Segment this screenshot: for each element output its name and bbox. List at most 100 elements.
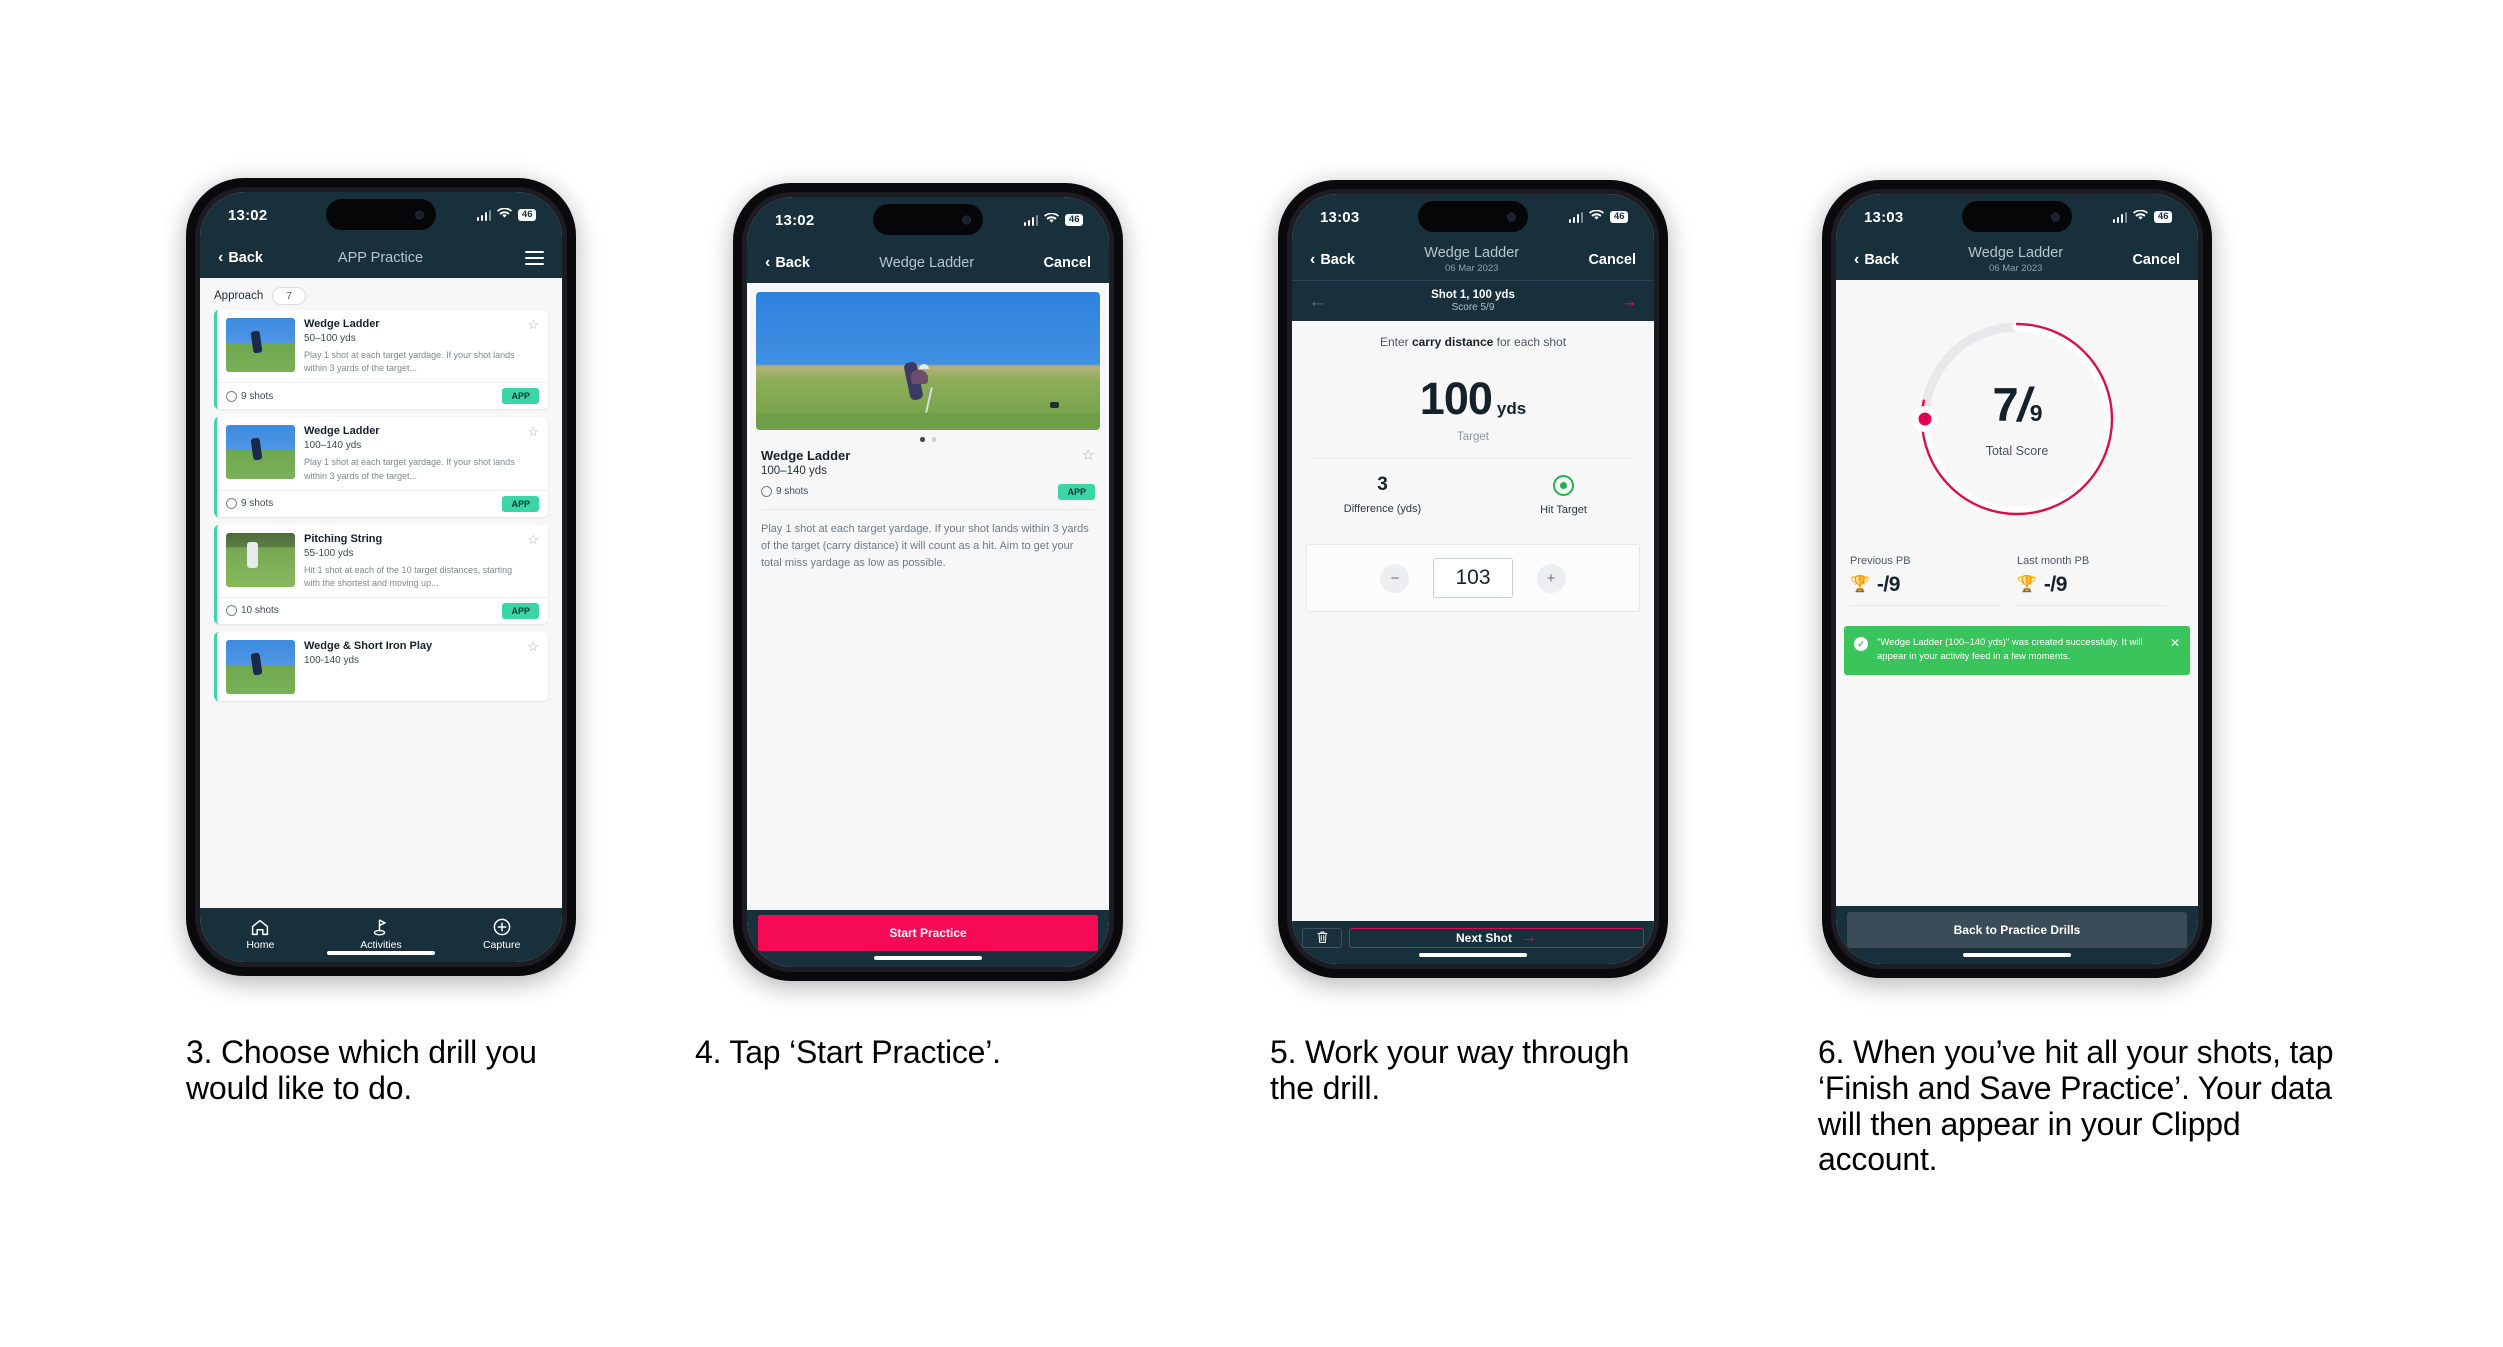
dot[interactable]: [931, 437, 936, 442]
favorite-star-icon[interactable]: ☆: [527, 425, 539, 482]
hamburger-icon: [525, 250, 544, 266]
drill-card[interactable]: Wedge & Short Iron Play 100-140 yds ☆: [214, 631, 548, 701]
drill-card[interactable]: Wedge Ladder 50–100 yds Play 1 shot at e…: [214, 310, 548, 410]
drill-shots: 9 shots: [226, 498, 274, 510]
status-bar: 13:03 46: [1836, 194, 2198, 240]
dot-active[interactable]: [920, 437, 925, 442]
cancel-button[interactable]: Cancel: [2132, 252, 2180, 268]
favorite-star-icon[interactable]: ☆: [527, 640, 539, 694]
golf-flag-icon: [372, 918, 390, 937]
status-bar: 13:03 46: [1292, 194, 1654, 240]
start-practice-button[interactable]: Start Practice: [758, 915, 1098, 951]
drill-summary: Wedge Ladder 100–140 yds ☆ 9 shots APP: [747, 446, 1109, 500]
drill-thumbnail: [226, 532, 295, 587]
difference-stat: 3 Difference (yds): [1292, 475, 1473, 516]
menu-button[interactable]: [498, 250, 544, 266]
nav-bar: ‹ Back APP Practice: [200, 238, 562, 278]
drill-card[interactable]: Wedge Ladder 100–140 yds Play 1 shot at …: [214, 417, 548, 517]
carousel-dots[interactable]: [747, 430, 1109, 446]
drill-card[interactable]: Pitching String 55-100 yds Hit 1 shot at…: [214, 524, 548, 624]
last-month-pb-value: -/9: [2043, 573, 2068, 596]
close-icon[interactable]: ✕: [2170, 637, 2180, 649]
last-month-pb: Last month PB 🏆 -/9: [2017, 555, 2184, 606]
cellular-signal-icon: [1568, 211, 1584, 223]
score-ring: 7/9 Total Score: [1911, 313, 2123, 525]
score-ring-text: 7/9 Total Score: [1911, 313, 2123, 525]
tab-label: Activities: [360, 938, 402, 951]
delete-shot-button[interactable]: [1302, 928, 1342, 948]
back-button[interactable]: ‹ Back: [1854, 252, 1899, 269]
cancel-button[interactable]: Cancel: [1588, 252, 1636, 268]
tab-home[interactable]: Home: [218, 918, 302, 951]
shots-label: 9 shots: [241, 498, 274, 510]
next-shot-button[interactable]: Next Shot →: [1349, 928, 1644, 948]
drill-title: Wedge Ladder: [761, 447, 851, 463]
hit-target-stat: Hit Target: [1473, 475, 1654, 516]
back-button[interactable]: ‹ Back: [1310, 252, 1355, 269]
next-shot-arrow-icon[interactable]: →: [1619, 292, 1638, 311]
increment-button[interactable]: +: [1536, 563, 1566, 593]
trash-icon: [1316, 930, 1329, 947]
previous-shot-arrow-icon[interactable]: ←: [1308, 292, 1327, 311]
filter-row: Approach 7: [200, 278, 562, 310]
battery-level: 46: [1610, 211, 1628, 223]
shot-entry-body: Enter carry distance for each shot 100 yd…: [1292, 321, 1654, 921]
favorite-star-icon[interactable]: ☆: [527, 318, 539, 375]
next-shot-label: Next Shot: [1455, 931, 1512, 945]
drill-range: 100–140 yds: [761, 464, 827, 477]
status-indicators: 46: [1023, 211, 1083, 229]
back-label: Back: [775, 255, 810, 271]
status-indicators: 46: [2112, 208, 2172, 226]
drill-hero-image: [756, 292, 1100, 430]
drill-list[interactable]: Approach 7 Wedge Ladder 50–100 yds Play …: [200, 278, 562, 908]
carry-distance-input[interactable]: 103: [1433, 558, 1513, 598]
favorite-star-icon[interactable]: ☆: [1082, 448, 1095, 463]
camera-icon: [415, 210, 424, 219]
back-label: Back: [228, 250, 263, 266]
category-badge: APP: [502, 602, 539, 619]
back-button[interactable]: ‹ Back: [765, 254, 810, 272]
status-bar: 13:02 46: [200, 192, 562, 238]
drill-thumbnail: [226, 425, 295, 480]
decrement-button[interactable]: −: [1380, 563, 1410, 593]
back-to-practice-drills-button[interactable]: Back to Practice Drills: [1847, 912, 2187, 948]
difference-value: 3: [1377, 474, 1388, 495]
battery-level: 46: [1065, 214, 1083, 226]
target-distance: 100 yds: [1292, 376, 1654, 421]
drill-title: Wedge & Short Iron Play: [304, 639, 433, 652]
tab-capture[interactable]: Capture: [460, 918, 544, 951]
page-title: Wedge Ladder 06 Mar 2023: [1355, 245, 1588, 274]
back-button[interactable]: ‹ Back: [218, 250, 263, 267]
total-score-label: Total Score: [1985, 443, 2049, 458]
clock-icon: [761, 486, 772, 497]
cellular-signal-icon: [1023, 214, 1039, 226]
drill-description: Play 1 shot at each target yardage. If y…: [304, 457, 515, 481]
status-time: 13:02: [228, 206, 268, 224]
golfer-torso: [910, 370, 928, 385]
arrow-right-icon: →: [1521, 929, 1537, 946]
cancel-button[interactable]: Cancel: [1043, 255, 1091, 271]
back-label: Back: [1320, 252, 1355, 268]
tab-activities[interactable]: Activities: [339, 918, 423, 951]
previous-pb-value: -/9: [1876, 573, 1901, 596]
favorite-star-icon[interactable]: ☆: [527, 533, 539, 590]
caption-step-3: 3. Choose which drill you would like to …: [186, 1034, 537, 1106]
score-slash: /: [2017, 377, 2031, 431]
hit-target-icon: [1553, 475, 1574, 496]
phone-2-drill-detail: 13:02 46 ‹ Back Wedge Ladder Cancel Wedg…: [733, 183, 1123, 981]
filter-count-chip[interactable]: 7: [272, 287, 307, 305]
home-indicator: [1963, 952, 2071, 957]
drill-description: Play 1 shot at each target yardage. If y…: [761, 522, 1089, 570]
caption-step-5: 5. Work your way through the drill.: [1270, 1034, 1630, 1106]
shot-navigator: ← Shot 1, 100 yds Score 5/9 →: [1292, 280, 1654, 321]
chevron-left-icon: ‹: [765, 254, 771, 271]
status-time: 13:02: [775, 211, 815, 229]
category-badge: APP: [502, 495, 539, 512]
back-label: Back: [1864, 252, 1899, 268]
carry-distance-stepper[interactable]: − 103 +: [1306, 544, 1640, 612]
status-time: 13:03: [1320, 208, 1360, 226]
dynamic-island: [326, 199, 436, 230]
phone-4-screen: 13:03 46 ‹ Back Wedge Ladder 06 Mar 2023…: [1836, 194, 2198, 964]
session-title: Wedge Ladder: [1424, 245, 1520, 262]
clock-icon: [226, 498, 237, 510]
